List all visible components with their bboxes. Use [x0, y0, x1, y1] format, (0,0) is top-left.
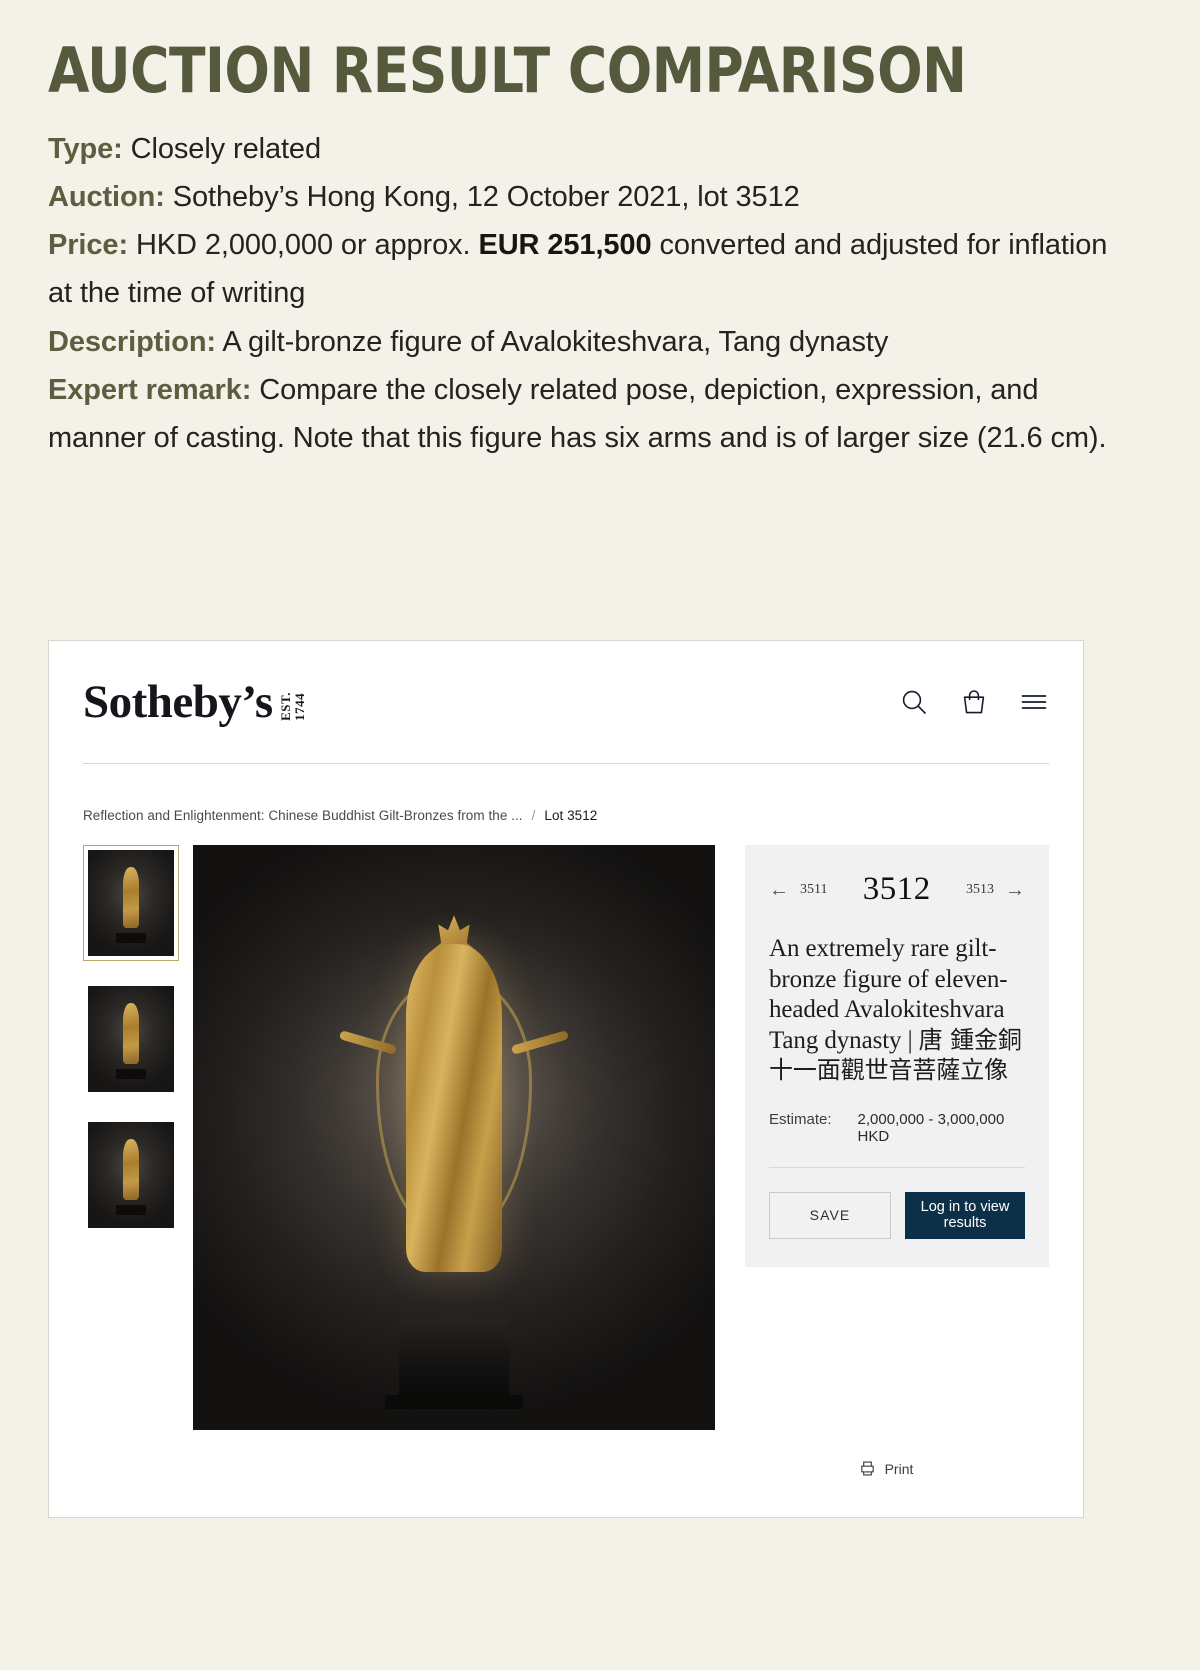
next-lot-link[interactable]: 3513 →: [966, 880, 1025, 900]
remark-label: Expert remark:: [48, 373, 252, 406]
logo-est-top: EST.: [277, 691, 293, 721]
search-icon[interactable]: [899, 687, 929, 717]
price-value-highlight: EUR 251,500: [478, 229, 652, 262]
breadcrumb: Reflection and Enlightenment: Chinese Bu…: [79, 764, 1053, 823]
sothebys-page: Sotheby’s EST. 1744 Reflection and Enlig…: [49, 641, 1083, 1517]
current-lot-number: 3512: [862, 871, 931, 907]
hero-pedestal-foot: [385, 1394, 523, 1409]
lot-title-period: Tang dynasty |: [769, 1026, 919, 1054]
logo-wordmark: Sotheby’s: [83, 675, 273, 728]
thumbnail-base: [116, 933, 146, 944]
breadcrumb-current-lot: Lot 3512: [544, 808, 598, 823]
previous-lot-number: 3511: [800, 881, 828, 897]
lot-title-english: An extremely rare gilt-bronze figure of …: [769, 935, 1008, 1023]
site-header: Sotheby’s EST. 1744: [79, 641, 1053, 763]
arrow-right-icon: →: [1004, 878, 1025, 901]
report-details: Type: Closely related Auction: Sotheby’s…: [48, 125, 1113, 462]
auction-label: Auction:: [48, 181, 165, 214]
hero-bronze-figure: [406, 944, 502, 1273]
lot-info-panel: ← 3511 3512 3513 → An extremely rare gil…: [745, 845, 1049, 1267]
thumbnail-3[interactable]: [83, 1117, 179, 1233]
estimate-label: Estimate:: [769, 1110, 832, 1128]
lot-hero-image[interactable]: [193, 845, 715, 1430]
breadcrumb-separator: /: [531, 808, 536, 823]
thumbnail-1[interactable]: [83, 845, 179, 961]
print-link[interactable]: Print: [719, 1460, 1053, 1477]
thumbnail-image: [88, 986, 174, 1092]
breadcrumb-sale-link[interactable]: Reflection and Enlightenment: Chinese Bu…: [83, 808, 523, 823]
info-divider: [769, 1166, 1025, 1168]
thumbnail-image: [88, 850, 174, 956]
thumbnail-figure: [123, 1002, 139, 1065]
logo-est-mark: EST. 1744: [277, 691, 307, 721]
thumbnail-figure: [123, 866, 139, 929]
type-label: Type:: [48, 133, 123, 166]
hamburger-menu-icon[interactable]: [1019, 687, 1049, 717]
thumbnail-2[interactable]: [83, 981, 179, 1097]
thumbnail-base: [116, 1069, 146, 1080]
lot-layout: ← 3511 3512 3513 → An extremely rare gil…: [79, 823, 1053, 1430]
save-button[interactable]: SAVE: [769, 1191, 891, 1239]
print-label: Print: [884, 1460, 914, 1477]
type-value: Closely related: [130, 133, 321, 166]
field-price: Price: HKD 2,000,000 or approx. EUR 251,…: [48, 221, 1113, 317]
description-value: A gilt-bronze figure of Avalokiteshvara,…: [222, 325, 889, 358]
field-auction: Auction: Sotheby’s Hong Kong, 12 October…: [48, 173, 1113, 221]
price-label: Price:: [48, 229, 128, 262]
thumbnail-strip: [83, 845, 179, 1430]
embedded-screenshot-card: Sotheby’s EST. 1744 Reflection and Enlig…: [48, 640, 1084, 1518]
thumbnail-figure: [123, 1138, 139, 1201]
previous-lot-link[interactable]: ← 3511: [769, 880, 827, 900]
report-page: AUCTION RESULT COMPARISON Type: Closely …: [0, 0, 1200, 1670]
logo-est-year: 1744: [291, 692, 307, 721]
lot-navigation: ← 3511 3512 3513 →: [769, 871, 1025, 908]
price-value-pre: HKD 2,000,000 or approx.: [135, 229, 471, 262]
field-type: Type: Closely related: [48, 125, 1113, 173]
page-title: AUCTION RESULT COMPARISON: [48, 34, 967, 107]
printer-icon: [859, 1460, 876, 1477]
thumbnail-base: [116, 1205, 146, 1216]
estimate-value: 2,000,000 - 3,000,000 HKD: [857, 1110, 1005, 1145]
field-description: Description: A gilt-bronze figure of Ava…: [48, 318, 1113, 366]
lot-title: An extremely rare gilt-bronze figure of …: [769, 934, 1025, 1087]
sothebys-logo[interactable]: Sotheby’s EST. 1744: [83, 675, 307, 728]
header-actions: [899, 687, 1049, 717]
auction-value: Sotheby’s Hong Kong, 12 October 2021, lo…: [172, 181, 800, 214]
estimate-row: Estimate: 2,000,000 - 3,000,000 HKD: [769, 1111, 1025, 1145]
login-to-view-results-button[interactable]: Log in to view results: [905, 1191, 1025, 1239]
lot-action-buttons: SAVE Log in to view results: [769, 1191, 1025, 1239]
description-label: Description:: [48, 325, 216, 358]
hero-pedestal: [399, 1316, 509, 1395]
field-expert-remark: Expert remark: Compare the closely relat…: [48, 366, 1113, 462]
arrow-left-icon: ←: [769, 878, 789, 901]
thumbnail-image: [88, 1122, 174, 1228]
next-lot-number: 3513: [965, 881, 994, 897]
shopping-bag-icon[interactable]: [959, 687, 989, 717]
